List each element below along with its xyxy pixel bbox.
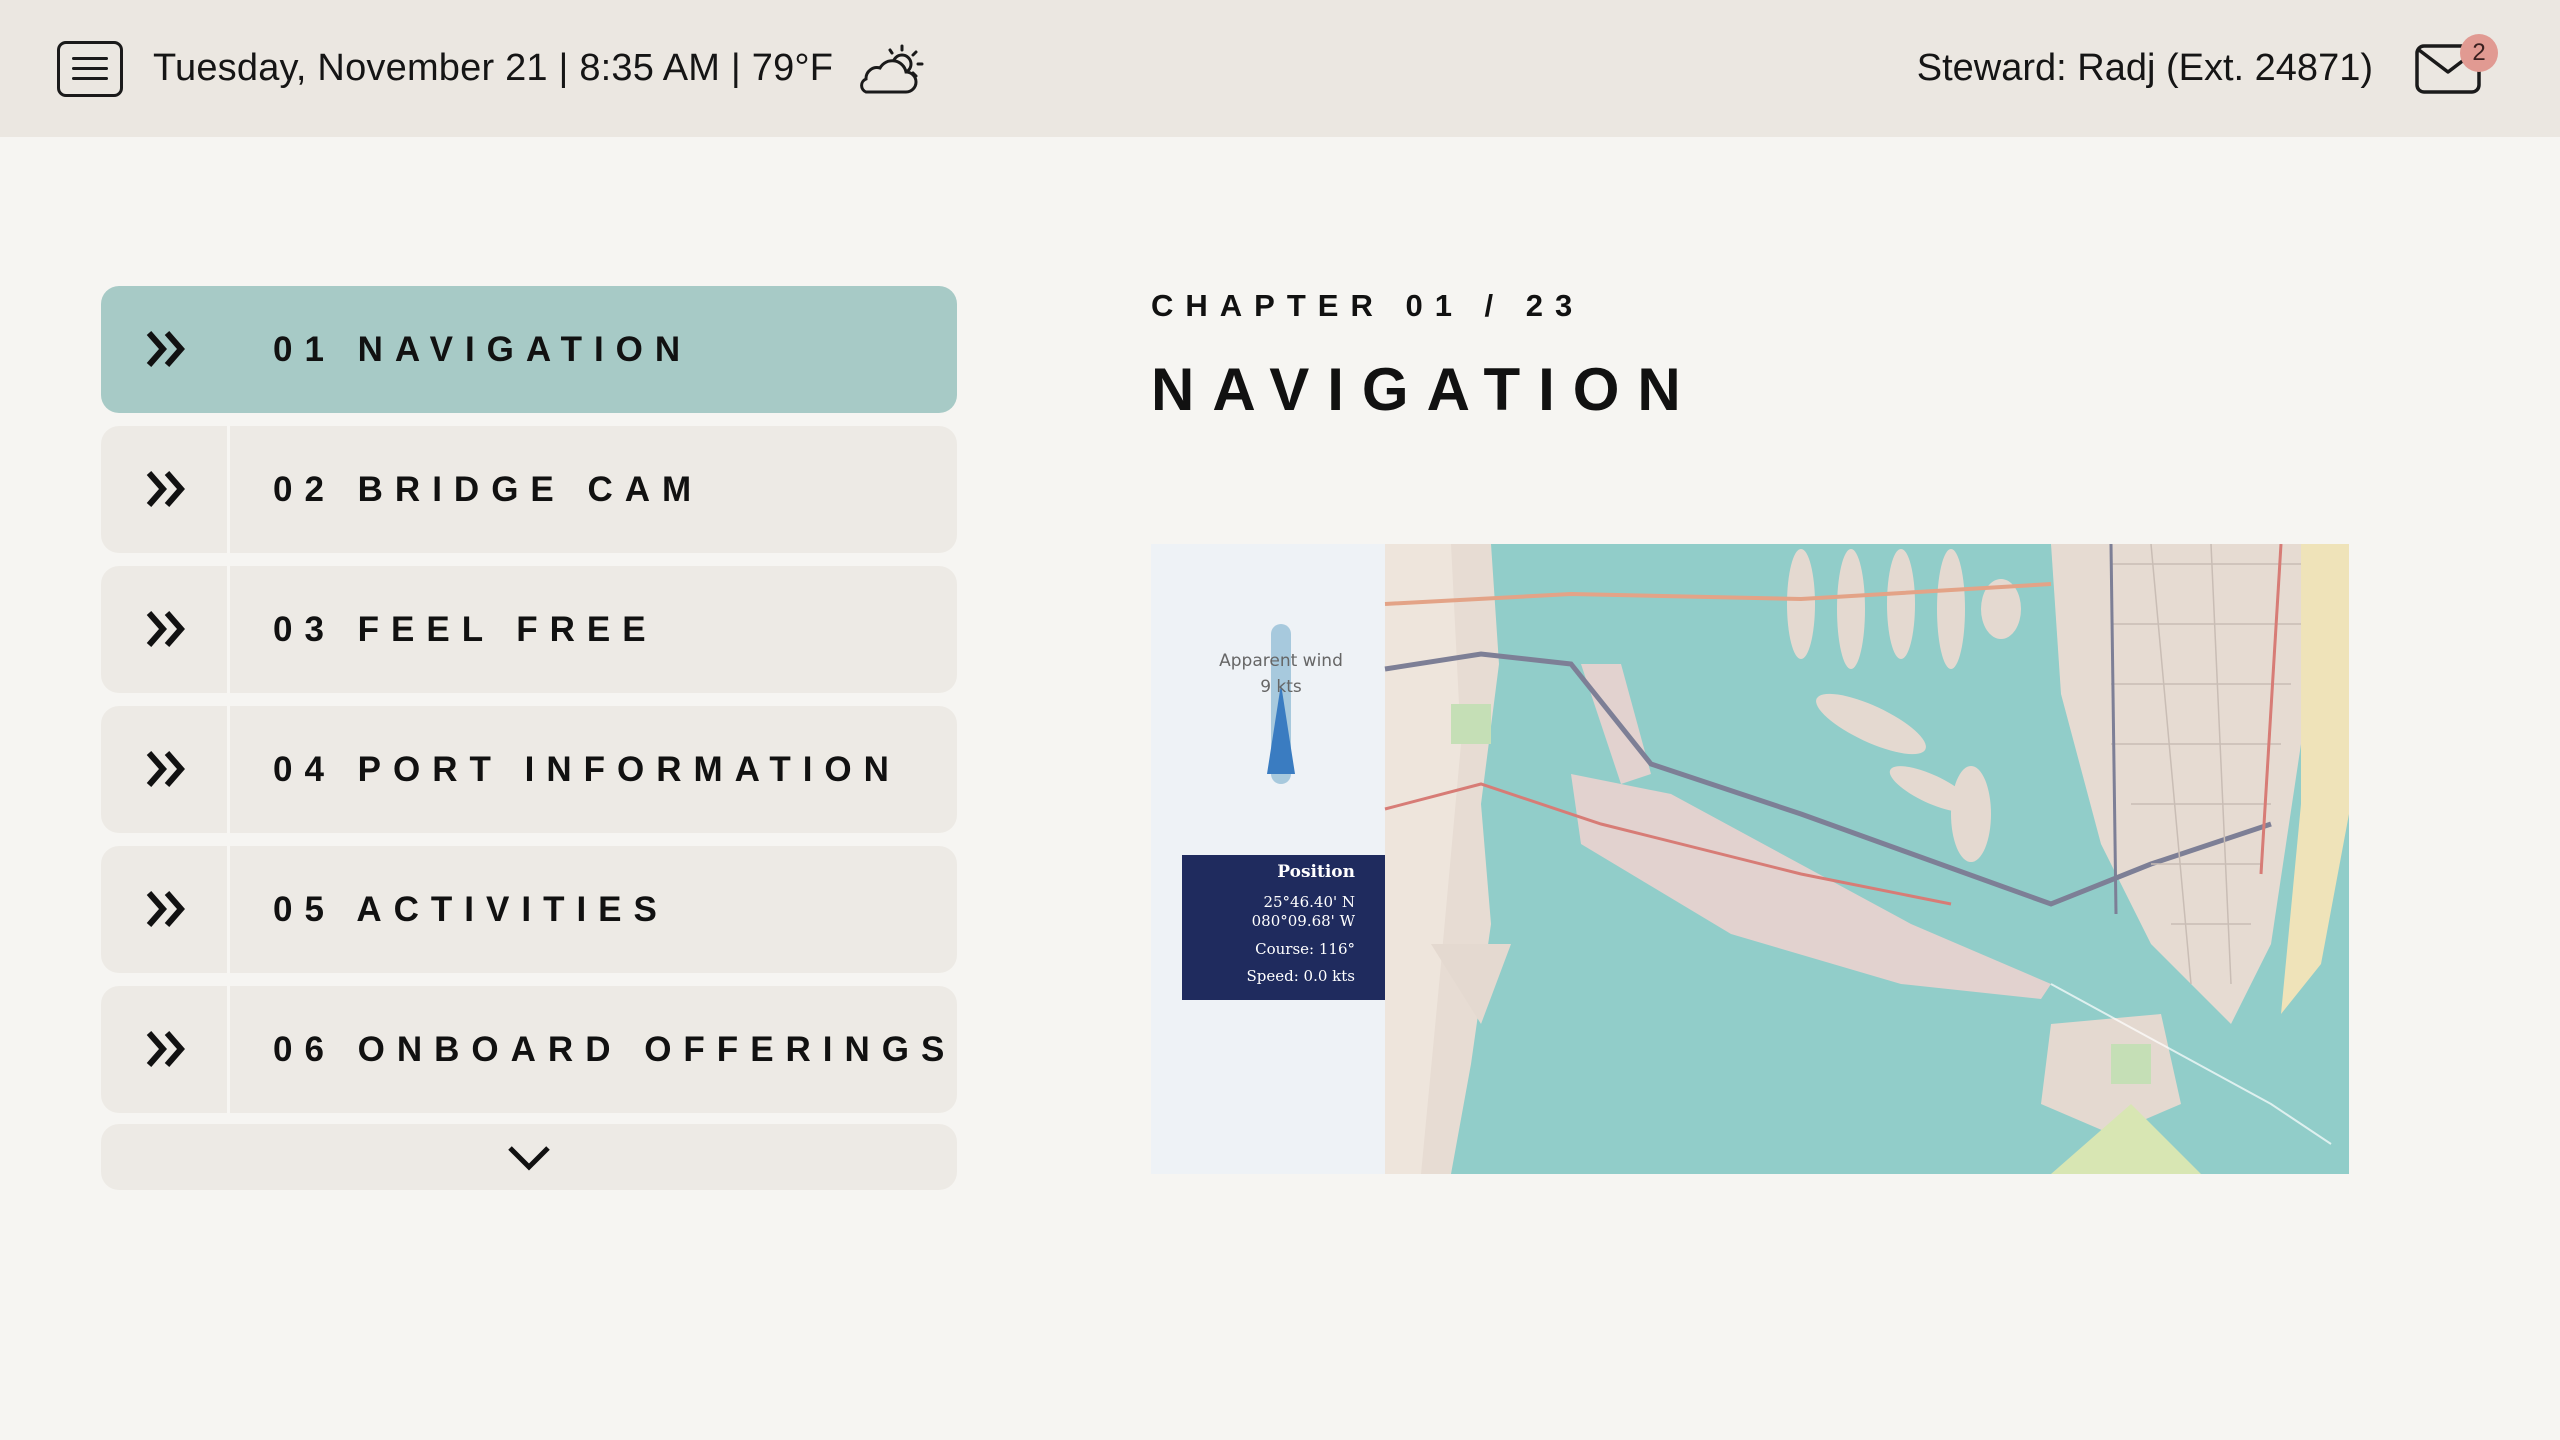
page-title: NAVIGATION [1151,356,1699,423]
mail-count-badge: 2 [2460,34,2498,72]
menu-item-label: 04 PORT INFORMATION [273,750,901,789]
chapter-counter: CHAPTER 01 / 23 [1151,288,1585,323]
menu-item-label: 05 ACTIVITIES [273,890,669,929]
menu-item-label: 03 FEEL FREE [273,610,658,649]
double-chevron-right-icon [146,891,185,927]
apparent-wind-speed: 9 kts [1260,677,1302,697]
position-course: Course: 116° [1255,940,1355,958]
menu-item-label: 02 BRIDGE CAM [273,470,704,509]
double-chevron-right-icon [146,1031,185,1067]
position-longitude: 080°09.68' W [1251,912,1355,930]
menu-item-bridge-cam[interactable]: 02 BRIDGE CAM [101,426,957,553]
partly-sunny-icon [860,44,924,94]
chapter-menu: 01 NAVIGATION 02 BRIDGE CAM 03 FEEL FREE… [101,286,957,1126]
menu-item-activities[interactable]: 05 ACTIVITIES [101,846,957,973]
menu-scroll-down-button[interactable] [101,1124,957,1190]
menu-item-label: 01 NAVIGATION [273,330,693,369]
hamburger-menu-icon[interactable] [57,41,123,97]
position-speed: Speed: 0.0 kts [1246,967,1356,985]
menu-item-navigation[interactable]: 01 NAVIGATION [101,286,957,413]
apparent-wind-label: Apparent wind [1219,651,1343,671]
double-chevron-right-icon [146,751,185,787]
menu-item-onboard-offerings[interactable]: 06 ONBOARD OFFERINGS [101,986,957,1113]
menu-item-label: 06 ONBOARD OFFERINGS [273,1030,957,1069]
position-title: Position [1277,862,1355,882]
double-chevron-right-icon [146,331,185,367]
navigation-map[interactable]: Apparent wind 9 kts Position 25°46.40' N… [1151,544,2349,1174]
double-chevron-right-icon [146,611,185,647]
menu-item-port-information[interactable]: 04 PORT INFORMATION [101,706,957,833]
double-chevron-right-icon [146,471,185,507]
position-panel: Position 25°46.40' N 080°09.68' W Course… [1182,855,1385,1000]
menu-item-feel-free[interactable]: 03 FEEL FREE [101,566,957,693]
top-bar: Tuesday, November 21 | 8:35 AM | 79°F St… [0,0,2560,137]
steward-contact: Steward: Radj (Ext. 24871) [1916,47,2373,89]
chevron-down-icon [508,1146,550,1171]
position-latitude: 25°46.40' N [1263,893,1355,911]
date-time-weather: Tuesday, November 21 | 8:35 AM | 79°F [153,47,834,89]
